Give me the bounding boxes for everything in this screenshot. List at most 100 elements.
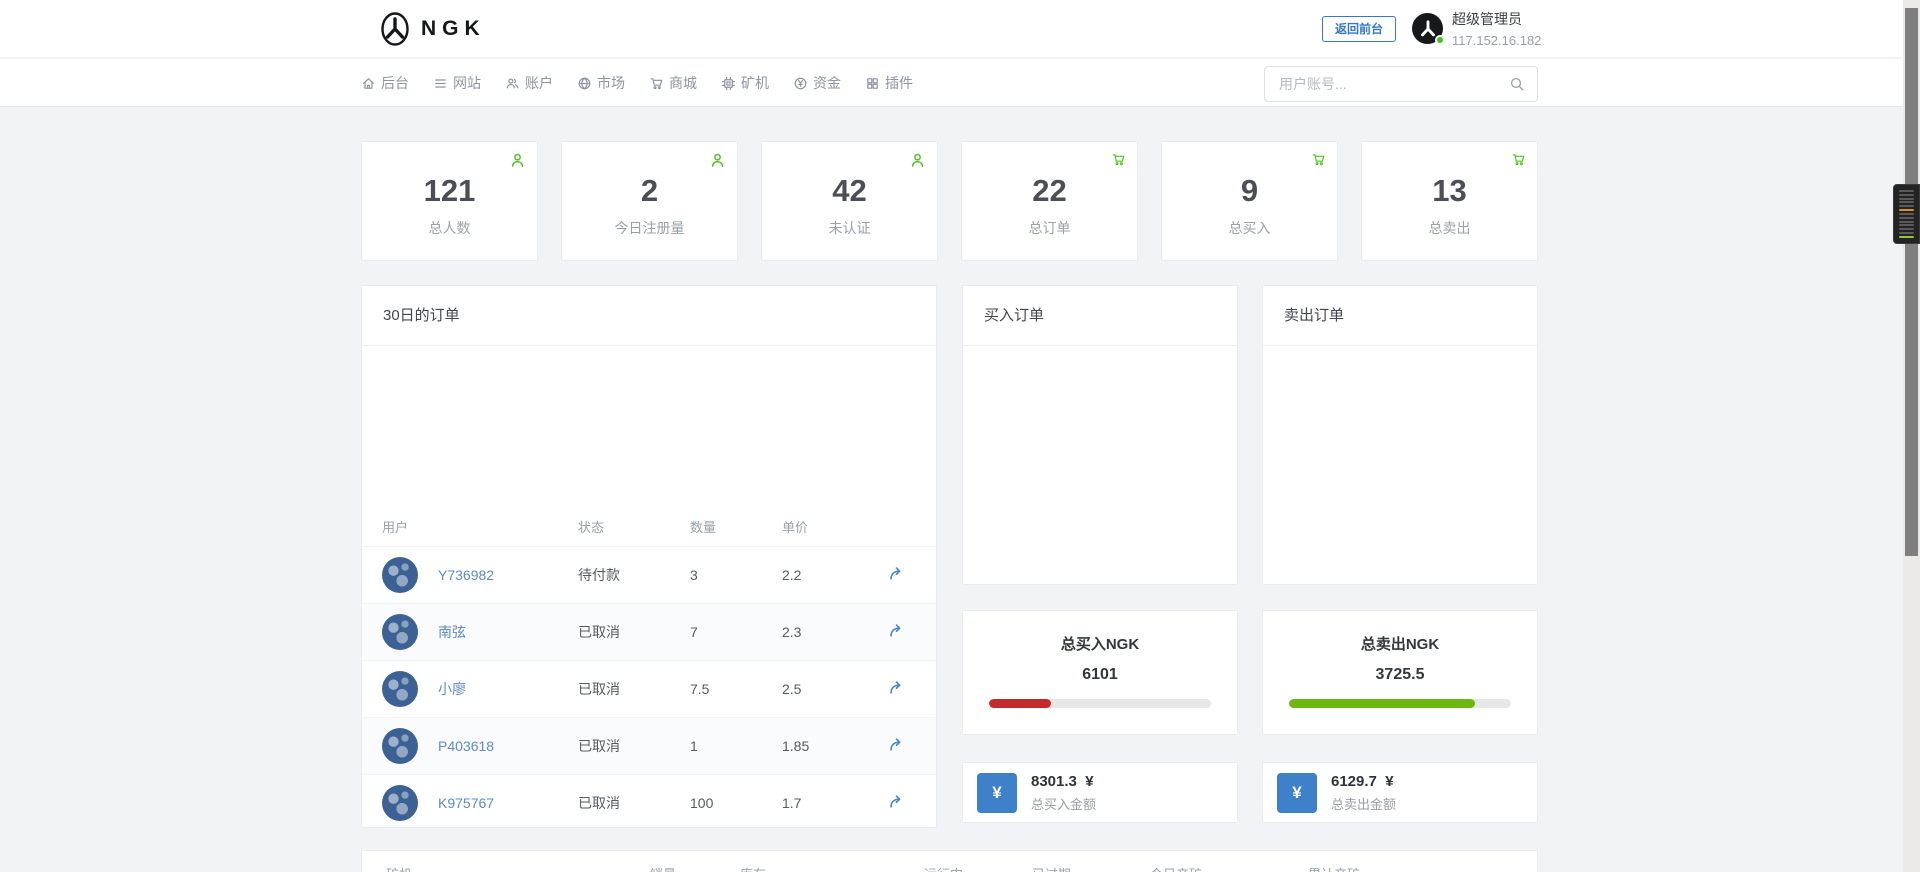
minimap-line — [1899, 235, 1914, 238]
price-cell: 2.5 — [782, 681, 802, 697]
nav-item-label: 网站 — [453, 75, 481, 91]
nav-list: 后台 网站 账户 市场 商城 矿机 资金 插件 — [361, 59, 913, 107]
buy-amount-meta: 8301.3 ¥ 总买入金额 — [1031, 773, 1096, 813]
globe-icon — [577, 76, 592, 91]
quantity-cell: 3 — [690, 567, 698, 583]
order-action-button[interactable] — [887, 679, 904, 699]
users-icon — [505, 76, 520, 91]
minimap-line — [1899, 232, 1914, 235]
buy-amount-value: 8301.3 ¥ — [1031, 772, 1094, 790]
price-cell: 1.85 — [782, 738, 810, 754]
user-link[interactable]: 小廖 — [438, 679, 578, 699]
minimap-line — [1899, 205, 1914, 208]
minimap-line — [1899, 212, 1914, 215]
online-status-dot — [1435, 35, 1445, 45]
search-box — [1264, 66, 1538, 102]
user-link[interactable]: Y736982 — [438, 567, 578, 583]
person-icon — [909, 152, 926, 169]
nav-item-website[interactable]: 网站 — [433, 73, 481, 93]
nav-item-mall[interactable]: 商城 — [649, 73, 697, 93]
nav-item-plugins[interactable]: 插件 — [865, 73, 913, 93]
nav-item-label: 插件 — [885, 75, 913, 91]
redo-arrow-icon — [887, 793, 904, 810]
cart-icon — [1111, 152, 1126, 167]
stat-card-today-registrations: 2 今日注册量 — [561, 141, 738, 261]
total-buy-value: 6101 — [1082, 666, 1118, 683]
sell-orders-title: 卖出订单 — [1263, 286, 1537, 346]
grid-icon — [865, 76, 880, 91]
status-cell: 已取消 — [578, 738, 620, 754]
chip-icon — [721, 76, 736, 91]
redo-arrow-icon — [887, 622, 904, 639]
minimap-line — [1899, 190, 1914, 192]
nav-item-accounts[interactable]: 账户 — [505, 73, 553, 93]
person-icon — [509, 152, 526, 169]
table-row: K975767 已取消 100 1.7 — [362, 774, 936, 831]
scroll-minimap[interactable] — [1893, 184, 1920, 244]
table-row: Y736982 待付款 3 2.2 — [362, 546, 936, 603]
miner-column-header: 矿机 — [386, 864, 650, 872]
orders-col-price: 单价 — [782, 519, 809, 535]
order-action-button[interactable] — [887, 565, 904, 585]
orders-panel: 30日的订单 用户 状态 数量 单价 Y736982 待付款 3 2.2 南弦 已取消 7 2… — [361, 285, 937, 828]
user-avatar[interactable] — [382, 785, 418, 821]
stat-card-total-users: 121 总人数 — [361, 141, 538, 261]
redo-arrow-icon — [887, 565, 904, 582]
nav-item-market[interactable]: 市场 — [577, 73, 625, 93]
buy-progress-track — [989, 699, 1211, 708]
user-meta: 超级管理员 117.152.16.182 — [1452, 9, 1541, 48]
stat-card-total-orders: 22 总订单 — [961, 141, 1138, 261]
user-link[interactable]: K975767 — [438, 795, 578, 811]
user-avatar[interactable] — [382, 671, 418, 707]
stat-card-total-buys: 9 总买入 — [1161, 141, 1338, 261]
user-avatar[interactable] — [382, 557, 418, 593]
sell-amount-label: 总卖出金额 — [1331, 796, 1397, 812]
nav-item-dashboard[interactable]: 后台 — [361, 73, 409, 93]
search-input[interactable] — [1277, 75, 1501, 93]
user-name: 超级管理员 — [1452, 11, 1522, 27]
main-navbar: 后台 网站 账户 市场 商城 矿机 资金 插件 — [0, 59, 1903, 107]
user-avatar[interactable] — [382, 614, 418, 650]
nav-item-funds[interactable]: 资金 — [793, 73, 841, 93]
cart-icon — [649, 76, 664, 91]
ngk-logo-icon — [378, 11, 412, 47]
table-row: 小廖 已取消 7.5 2.5 — [362, 660, 936, 717]
miner-panel: 矿机销量库存运行中已过期今日产矿累计产矿 — [361, 850, 1538, 872]
total-sell-card: 总卖出NGK 3725.5 — [1262, 610, 1538, 735]
user-link[interactable]: P403618 — [438, 738, 578, 754]
buy-amount-card: ¥ 8301.3 ¥ 总买入金额 — [962, 762, 1238, 823]
orders-panel-title: 30日的订单 — [362, 286, 936, 346]
scrollbar[interactable] — [1903, 0, 1920, 872]
nav-item-label: 后台 — [381, 75, 409, 91]
nav-item-miners[interactable]: 矿机 — [721, 73, 769, 93]
stat-label: 总买入 — [1228, 220, 1271, 236]
total-buy-title: 总买入NGK — [1060, 636, 1140, 653]
scrollbar-thumb[interactable] — [1905, 8, 1918, 556]
total-buy-card: 总买入NGK 6101 — [962, 610, 1238, 735]
order-action-button[interactable] — [887, 736, 904, 756]
price-cell: 2.2 — [782, 567, 802, 583]
order-action-button[interactable] — [887, 793, 904, 813]
user-link[interactable]: 南弦 — [438, 622, 578, 642]
status-cell: 已取消 — [578, 624, 620, 640]
brand-name: NGK — [421, 17, 486, 40]
list-icon — [433, 76, 448, 91]
price-cell: 1.7 — [782, 795, 802, 811]
quantity-cell: 100 — [690, 795, 714, 811]
price-cell: 2.3 — [782, 624, 802, 640]
person-icon — [709, 152, 726, 169]
orders-col-qty: 数量 — [690, 519, 717, 535]
user-avatar[interactable] — [1412, 13, 1445, 45]
quantity-cell: 7 — [690, 624, 698, 640]
cart-icon — [1311, 152, 1326, 167]
stat-card-total-sells: 13 总卖出 — [1361, 141, 1538, 261]
brand-logo[interactable]: NGK — [378, 11, 486, 47]
table-row: P403618 已取消 1 1.85 — [362, 717, 936, 774]
back-to-front-button[interactable]: 返回前台 — [1322, 16, 1397, 42]
sell-amount-meta: 6129.7 ¥ 总卖出金额 — [1331, 773, 1396, 813]
search-icon[interactable] — [1509, 76, 1525, 92]
order-action-button[interactable] — [887, 622, 904, 642]
user-avatar[interactable] — [382, 728, 418, 764]
minimap-line — [1899, 216, 1914, 219]
buy-amount-label: 总买入金额 — [1031, 796, 1097, 812]
